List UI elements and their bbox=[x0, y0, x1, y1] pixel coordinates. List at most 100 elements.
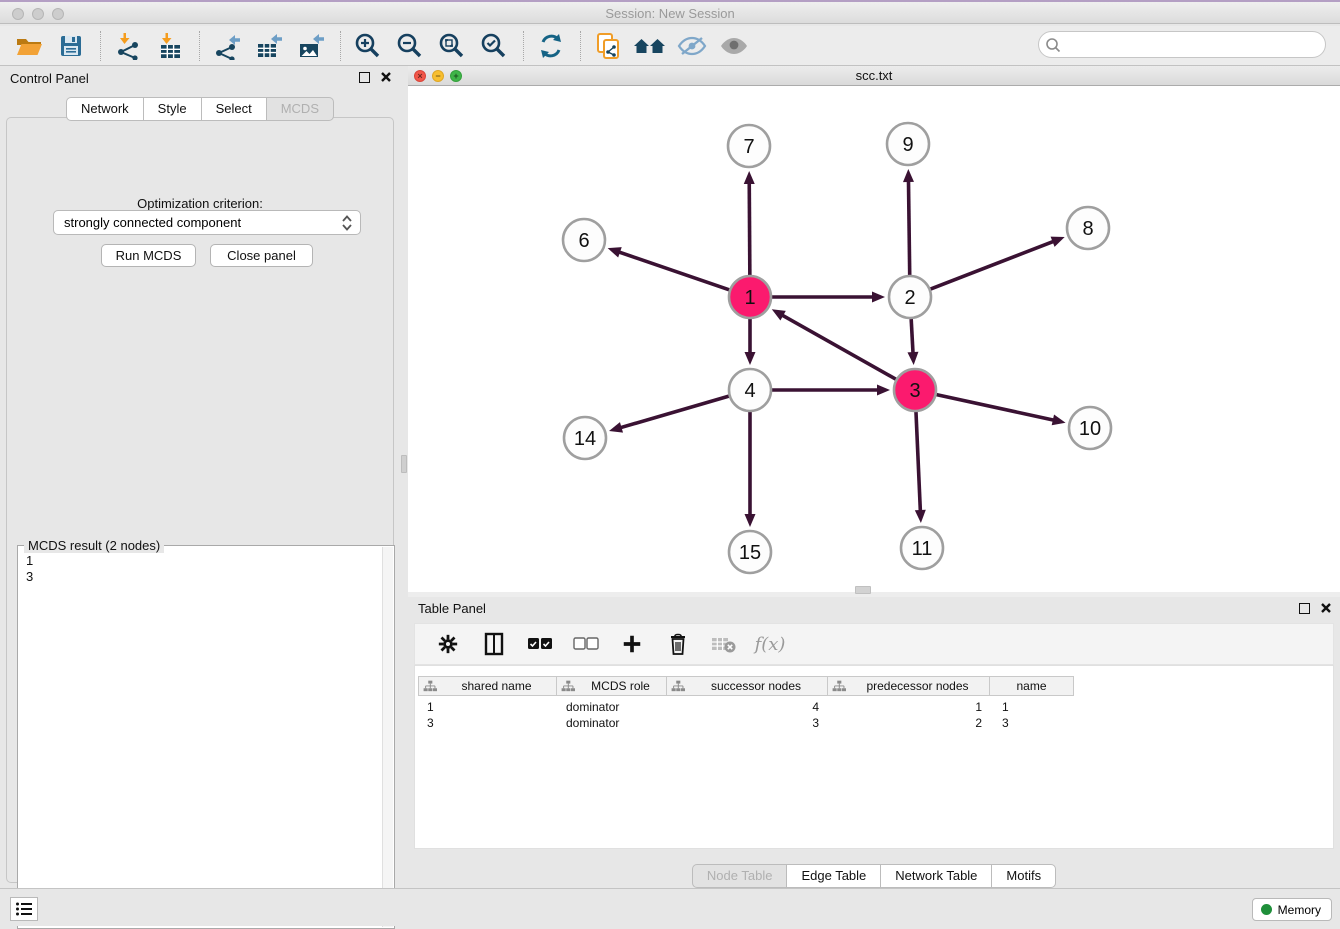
zoom-in-button[interactable] bbox=[351, 30, 385, 62]
list-icon bbox=[15, 901, 33, 917]
node-label-11: 11 bbox=[912, 538, 933, 560]
zoom-fit-icon bbox=[438, 32, 466, 60]
select-all-columns-button[interactable] bbox=[523, 628, 557, 660]
network-canvas-svg[interactable]: 1234678910111415 bbox=[408, 86, 1340, 592]
tab-network[interactable]: Network bbox=[66, 97, 144, 121]
add-column-button[interactable] bbox=[615, 628, 649, 660]
tab-motifs[interactable]: Motifs bbox=[991, 864, 1056, 888]
memory-button[interactable]: Memory bbox=[1252, 898, 1332, 921]
close-panel-button[interactable]: Close panel bbox=[210, 244, 313, 267]
table-row[interactable]: 3 dominator 3 2 3 bbox=[419, 715, 1079, 731]
apply-layout-refresh-button[interactable] bbox=[534, 30, 568, 62]
export-table-button[interactable] bbox=[252, 30, 286, 62]
edge-3-10[interactable] bbox=[936, 395, 1054, 421]
column-header-shared-name[interactable]: shared name bbox=[418, 676, 557, 696]
toolbar-separator bbox=[580, 31, 581, 61]
import-table-button[interactable] bbox=[153, 30, 187, 62]
column-header-successor-nodes[interactable]: successor nodes bbox=[666, 676, 828, 696]
control-panel: Control Panel Network Style Select MCDS … bbox=[0, 66, 400, 888]
zoom-out-button[interactable] bbox=[393, 30, 427, 62]
delete-table-button[interactable] bbox=[707, 628, 741, 660]
memory-status-icon bbox=[1261, 904, 1272, 915]
function-builder-button[interactable]: f(x) bbox=[753, 628, 787, 660]
criterion-value: strongly connected component bbox=[64, 215, 241, 230]
splitter-grip[interactable] bbox=[855, 586, 871, 594]
column-header-mcds-role[interactable]: MCDS role bbox=[556, 676, 667, 696]
import-network-button[interactable] bbox=[111, 30, 145, 62]
optimization-criterion-select[interactable]: strongly connected component bbox=[53, 210, 361, 235]
show-all-button[interactable] bbox=[717, 30, 751, 62]
vertical-splitter[interactable] bbox=[400, 66, 408, 888]
float-panel-icon[interactable] bbox=[359, 72, 370, 83]
zoom-selected-icon bbox=[480, 32, 508, 60]
hide-selected-button[interactable] bbox=[675, 30, 709, 62]
open-folder-icon bbox=[15, 33, 43, 59]
edge-arrowhead bbox=[877, 385, 890, 396]
cell-mcds-role[interactable]: dominator bbox=[558, 715, 669, 731]
save-session-button[interactable] bbox=[54, 30, 88, 62]
run-mcds-button[interactable]: Run MCDS bbox=[101, 244, 196, 267]
search-field[interactable] bbox=[1038, 31, 1326, 58]
edge-1-6[interactable] bbox=[618, 252, 729, 290]
column-header-predecessor-nodes[interactable]: predecessor nodes bbox=[827, 676, 990, 696]
mcds-result-list[interactable]: 1 3 bbox=[20, 551, 381, 926]
close-panel-icon[interactable] bbox=[1320, 602, 1332, 614]
cell-successor-nodes[interactable]: 4 bbox=[669, 699, 831, 715]
optimization-criterion-label: Optimization criterion: bbox=[7, 196, 393, 211]
zoom-out-icon bbox=[396, 32, 424, 60]
zoom-selected-button[interactable] bbox=[477, 30, 511, 62]
cell-shared-name[interactable]: 3 bbox=[419, 715, 558, 731]
cell-name[interactable]: 1 bbox=[994, 699, 1079, 715]
app-titlebar: Session: New Session bbox=[0, 0, 1340, 24]
import-table-icon bbox=[157, 32, 183, 60]
tab-mcds[interactable]: MCDS bbox=[266, 97, 334, 121]
export-image-button[interactable] bbox=[294, 30, 328, 62]
export-network-button[interactable] bbox=[210, 30, 244, 62]
cell-predecessor-nodes[interactable]: 1 bbox=[831, 699, 994, 715]
tab-select[interactable]: Select bbox=[201, 97, 267, 121]
table-row[interactable]: 1 dominator 4 1 1 bbox=[419, 699, 1079, 715]
column-header-name[interactable]: name bbox=[989, 676, 1074, 696]
columns-icon bbox=[484, 632, 504, 656]
tab-node-table[interactable]: Node Table bbox=[692, 864, 788, 888]
cell-predecessor-nodes[interactable]: 2 bbox=[831, 715, 994, 731]
main-toolbar bbox=[0, 26, 1340, 66]
splitter-grip[interactable] bbox=[401, 455, 407, 473]
attribute-tree-icon bbox=[561, 680, 575, 693]
export-network-icon bbox=[213, 32, 241, 60]
delete-column-button[interactable] bbox=[661, 628, 695, 660]
edge-arrowhead bbox=[872, 292, 885, 303]
table-settings-button[interactable] bbox=[431, 628, 465, 660]
tab-style[interactable]: Style bbox=[143, 97, 202, 121]
search-input[interactable] bbox=[1065, 37, 1325, 52]
result-scrollbar[interactable] bbox=[382, 547, 393, 927]
cell-mcds-role[interactable]: dominator bbox=[558, 699, 669, 715]
node-table: shared name MCDS role successor bbox=[414, 665, 1334, 849]
edge-3-11[interactable] bbox=[916, 412, 920, 512]
tab-network-table[interactable]: Network Table bbox=[880, 864, 992, 888]
new-network-from-selection-button[interactable] bbox=[591, 30, 625, 62]
column-selector-button[interactable] bbox=[477, 628, 511, 660]
table-toolbar: f(x) bbox=[414, 623, 1334, 665]
cell-shared-name[interactable]: 1 bbox=[419, 699, 558, 715]
mcds-result-line: 1 bbox=[26, 553, 375, 569]
edge-1-7[interactable] bbox=[749, 182, 750, 275]
deselect-all-columns-button[interactable] bbox=[569, 628, 603, 660]
cell-successor-nodes[interactable]: 3 bbox=[669, 715, 831, 731]
toolbar-separator bbox=[199, 31, 200, 61]
export-table-icon bbox=[255, 32, 283, 60]
edge-3-1[interactable] bbox=[781, 315, 895, 380]
tab-edge-table[interactable]: Edge Table bbox=[786, 864, 881, 888]
edge-4-14[interactable] bbox=[620, 396, 729, 428]
zoom-fit-button[interactable] bbox=[435, 30, 469, 62]
open-session-button[interactable] bbox=[12, 30, 46, 62]
float-panel-icon[interactable] bbox=[1299, 603, 1310, 614]
task-history-button[interactable] bbox=[10, 897, 38, 921]
edge-2-9[interactable] bbox=[908, 180, 909, 275]
edge-2-3[interactable] bbox=[911, 319, 913, 354]
export-image-icon bbox=[297, 32, 325, 60]
cell-name[interactable]: 3 bbox=[994, 715, 1079, 731]
close-panel-icon[interactable] bbox=[380, 71, 392, 83]
edge-2-8[interactable] bbox=[931, 241, 1055, 289]
first-neighbors-button[interactable] bbox=[633, 30, 667, 62]
